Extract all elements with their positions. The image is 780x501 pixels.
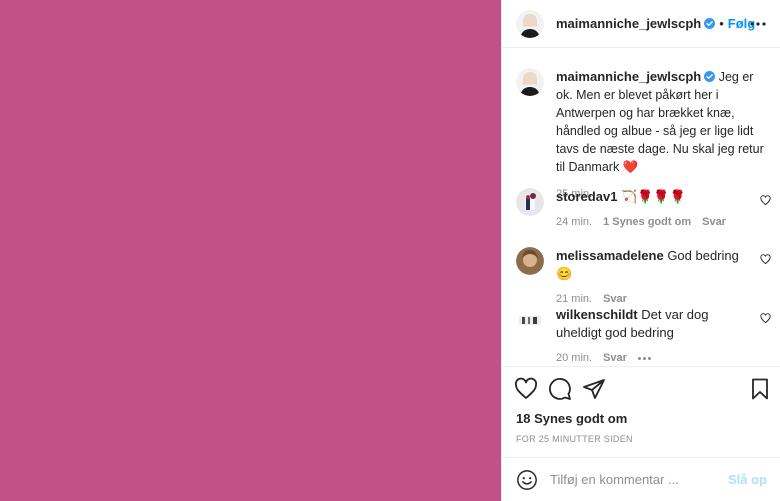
- comment-composer: Slå op: [502, 457, 780, 501]
- bookmark-icon[interactable]: [748, 377, 772, 401]
- comment-input[interactable]: [550, 472, 722, 487]
- post-header: maimanniche_jewlscph • Følg: [502, 0, 780, 48]
- comment-username[interactable]: wilkenschildt: [556, 307, 638, 322]
- comment-like-heart-icon[interactable]: [760, 254, 771, 265]
- comment-likes-count[interactable]: 1 Synes godt om: [603, 216, 691, 228]
- comment-like-heart-icon[interactable]: [760, 313, 771, 324]
- comment-time[interactable]: 21 min.: [556, 293, 592, 305]
- comment-bubble-icon[interactable]: [548, 377, 572, 401]
- commenter-avatar[interactable]: [516, 247, 544, 275]
- comment-time[interactable]: 20 min.: [556, 352, 592, 364]
- heart-outline-icon[interactable]: [514, 377, 538, 401]
- verified-badge-icon: [704, 18, 716, 29]
- comment-text-block: wilkenschildt Det var dog uheldigt god b…: [556, 306, 756, 342]
- comment-row: storedav1 🏹🌹🌹🌹 24 min. 1 Synes godt om S…: [516, 188, 778, 228]
- comment-text-block: storedav1 🏹🌹🌹🌹: [556, 188, 756, 206]
- commenter-avatar[interactable]: [516, 306, 544, 334]
- post-actions-bar: [502, 366, 780, 410]
- smiley-icon[interactable]: [516, 469, 538, 491]
- comment-options-icon[interactable]: [637, 356, 651, 360]
- comment-like-heart-icon[interactable]: [760, 195, 771, 206]
- caption-username[interactable]: maimanniche_jewlscph: [556, 69, 701, 84]
- post-comment-button[interactable]: Slå op: [728, 472, 767, 487]
- more-horizontal-icon[interactable]: [749, 15, 767, 33]
- caption-text-block: maimanniche_jewlscph Jeg er ok. Men er b…: [556, 68, 768, 176]
- caption-row: maimanniche_jewlscph Jeg er ok. Men er b…: [516, 68, 778, 200]
- header-separator: •: [719, 16, 724, 31]
- comments-list: maimanniche_jewlscph Jeg er ok. Men er b…: [502, 48, 780, 366]
- comment-time[interactable]: 24 min.: [556, 216, 592, 228]
- comment-username[interactable]: melissamadelene: [556, 248, 664, 263]
- likes-count[interactable]: 18 Synes godt om: [516, 411, 627, 426]
- reply-button[interactable]: Svar: [603, 293, 627, 305]
- paper-plane-icon[interactable]: [582, 377, 606, 401]
- comment-meta: 24 min. 1 Synes godt om Svar: [556, 216, 778, 228]
- post-side-panel: maimanniche_jewlscph • Følg maimanniche_…: [501, 0, 780, 501]
- comment-row: wilkenschildt Det var dog uheldigt god b…: [516, 306, 778, 364]
- comment-username[interactable]: storedav1: [556, 189, 617, 204]
- post-timestamp[interactable]: FOR 25 MINUTTER SIDEN: [516, 434, 633, 444]
- comment-meta: 21 min. Svar: [556, 293, 778, 305]
- reply-button[interactable]: Svar: [702, 216, 726, 228]
- commenter-avatar[interactable]: [516, 188, 544, 216]
- caption-avatar[interactable]: [516, 68, 544, 96]
- comment-text-block: melissamadelene God bedring 😊: [556, 247, 756, 283]
- caption-text: Jeg er ok. Men er blevet påkørt her i An…: [556, 70, 764, 174]
- author-username[interactable]: maimanniche_jewlscph: [556, 16, 701, 31]
- verified-badge-icon: [704, 71, 716, 82]
- post-media[interactable]: [0, 0, 501, 501]
- author-avatar[interactable]: [516, 9, 544, 38]
- comment-meta: 20 min. Svar: [556, 352, 778, 364]
- comment-row: melissamadelene God bedring 😊 21 min. Sv…: [516, 247, 778, 305]
- reply-button[interactable]: Svar: [603, 352, 627, 364]
- comment-text: 🏹🌹🌹🌹: [621, 189, 686, 204]
